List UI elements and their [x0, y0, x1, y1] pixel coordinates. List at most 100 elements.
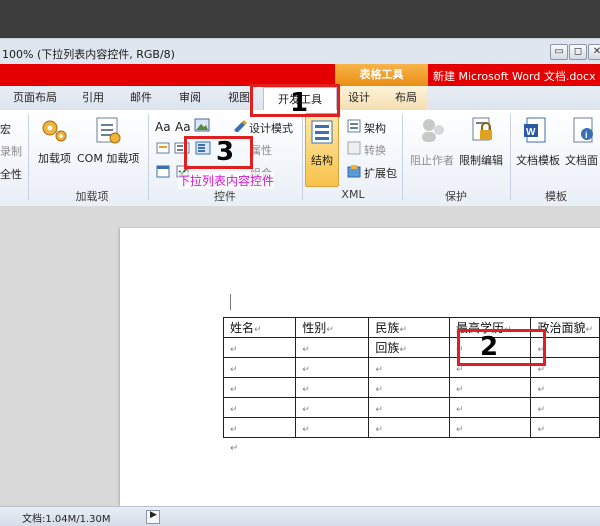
- table-cell[interactable]: ↵: [448, 417, 532, 438]
- table-cell[interactable]: ↵: [448, 397, 532, 418]
- schema-button[interactable]: 架构: [364, 120, 386, 136]
- word-template-icon: W: [524, 117, 546, 143]
- window-title: 100% (下拉列表内容控件, RGB/8): [2, 48, 175, 61]
- tab-mailings[interactable]: 邮件: [124, 86, 158, 110]
- controls-group-label: 控件: [214, 190, 236, 203]
- structure-button[interactable]: 结构: [305, 113, 339, 187]
- lock-icon: [472, 117, 492, 141]
- table-cell[interactable]: ↵: [222, 397, 297, 418]
- document-template-label: 文档模板: [516, 154, 560, 167]
- tab-references[interactable]: 引用: [76, 86, 110, 110]
- transform-icon: [347, 141, 361, 155]
- table-cell[interactable]: ↵: [530, 397, 600, 418]
- restore-button[interactable]: ◻: [569, 44, 587, 60]
- table-tools-label: 表格工具: [359, 68, 404, 81]
- table-cell[interactable]: 民族↵: [368, 317, 450, 338]
- table-cell[interactable]: ↵: [530, 417, 600, 438]
- date-picker-control-icon[interactable]: [155, 164, 171, 178]
- paragraph-mark: ↵: [230, 443, 239, 454]
- table-cell[interactable]: 姓名↵: [222, 317, 297, 338]
- com-addins-label: COM 加载项: [77, 152, 140, 165]
- tab-page-layout[interactable]: 页面布局: [10, 86, 60, 110]
- rich-text-control-button[interactable]: Aa: [155, 120, 171, 134]
- table-cell[interactable]: ↵: [222, 357, 297, 378]
- expansion-pack-icon: [347, 165, 361, 178]
- minimize-icon: ▭: [554, 46, 564, 57]
- protect-group-label: 保护: [445, 190, 467, 203]
- table-cell[interactable]: ↵: [295, 357, 370, 378]
- table-tools-context: 表格工具: [335, 64, 428, 86]
- table-cell[interactable]: ↵: [295, 417, 370, 438]
- transform-button[interactable]: 转换: [364, 142, 386, 158]
- design-mode-icon: [234, 120, 247, 132]
- table-cell[interactable]: ↵: [530, 377, 600, 398]
- doc-size-status: 文档:1.04M/1.30M: [22, 514, 111, 525]
- document-panel-icon: i: [573, 117, 593, 143]
- play-icon: ▶: [150, 510, 157, 520]
- restrict-editing-button[interactable]: 限制编辑: [458, 116, 508, 176]
- table-row: ↵ ↵ ↵ ↵ ↵: [222, 397, 600, 418]
- separator: [148, 114, 149, 200]
- record-macro-button[interactable]: 录制: [0, 143, 22, 159]
- addins-button[interactable]: 加载项: [38, 116, 72, 170]
- document-panel-label: 文档面: [565, 154, 598, 167]
- table-cell[interactable]: ↵: [222, 417, 297, 438]
- block-authors-button[interactable]: 阻止作者: [407, 116, 457, 176]
- tab-design[interactable]: 设计: [342, 86, 376, 110]
- separator: [28, 114, 29, 200]
- table-row: ↵ ↵ ↵ ↵ ↵: [222, 417, 600, 438]
- properties-button[interactable]: 属性: [250, 142, 272, 158]
- table-cell[interactable]: ↵: [368, 397, 450, 418]
- document-panel-button[interactable]: i 文档面: [563, 116, 600, 176]
- status-scroll-button[interactable]: ▶: [146, 510, 160, 524]
- annotation-step3-number: 3: [216, 137, 235, 167]
- xml-group-label: XML: [341, 188, 365, 201]
- close-button[interactable]: ✕: [588, 44, 600, 60]
- gear-icon: [42, 120, 67, 142]
- tab-review[interactable]: 审阅: [173, 86, 207, 110]
- block-authors-icon: [422, 119, 444, 142]
- templates-group-label: 模板: [545, 190, 567, 203]
- table-cell[interactable]: ↵: [368, 377, 450, 398]
- dropdown-control-tooltip: 下拉列表内容控件: [178, 172, 275, 189]
- schema-icon: [347, 119, 361, 133]
- macro-security-button[interactable]: 全性: [0, 166, 22, 182]
- table-cell[interactable]: 回族↵: [368, 337, 450, 358]
- page-corner-mark: [230, 294, 231, 310]
- block-authors-label: 阻止作者: [410, 154, 454, 167]
- annotation-box-step2: [457, 329, 546, 366]
- plain-text-control-button[interactable]: Aa: [175, 120, 191, 134]
- structure-label: 结构: [311, 154, 333, 167]
- picture-control-icon[interactable]: [194, 118, 210, 132]
- separator: [302, 114, 303, 200]
- com-addins-button[interactable]: COM 加载项: [77, 116, 147, 170]
- expansion-pack-button[interactable]: 扩展包: [364, 165, 397, 181]
- table-cell[interactable]: ↵: [368, 417, 450, 438]
- document-template-button[interactable]: W 文档模板: [513, 116, 563, 176]
- document-title: 新建 Microsoft Word 文档.docx: [433, 70, 596, 83]
- table-cell[interactable]: ↵: [222, 337, 297, 358]
- minimize-button[interactable]: ▭: [550, 44, 568, 60]
- addins-group-label: 加载项: [75, 190, 109, 203]
- macros-button[interactable]: 宏: [0, 121, 11, 137]
- close-icon: ✕: [592, 46, 600, 57]
- table-row: ↵ ↵ ↵ ↵ ↵: [222, 377, 600, 398]
- separator: [510, 114, 511, 200]
- restrict-editing-label: 限制编辑: [459, 154, 503, 167]
- restore-icon: ◻: [573, 46, 583, 57]
- table-cell[interactable]: ↵: [295, 337, 370, 358]
- tab-layout[interactable]: 布局: [389, 86, 423, 110]
- table-cell[interactable]: ↵: [295, 397, 370, 418]
- svg-text:i: i: [585, 130, 588, 140]
- table-cell[interactable]: 性别↵: [295, 317, 370, 338]
- table-cell[interactable]: ↵: [295, 377, 370, 398]
- addins-label: 加载项: [38, 152, 71, 165]
- separator: [402, 114, 403, 200]
- design-mode-button[interactable]: 设计模式: [249, 120, 293, 136]
- status-bar: 文档:1.04M/1.30M ▶: [0, 506, 600, 526]
- com-addins-icon: [96, 117, 121, 144]
- building-block-icon[interactable]: [155, 141, 171, 155]
- table-cell[interactable]: ↵: [368, 357, 450, 378]
- table-cell[interactable]: ↵: [448, 377, 532, 398]
- table-cell[interactable]: ↵: [222, 377, 297, 398]
